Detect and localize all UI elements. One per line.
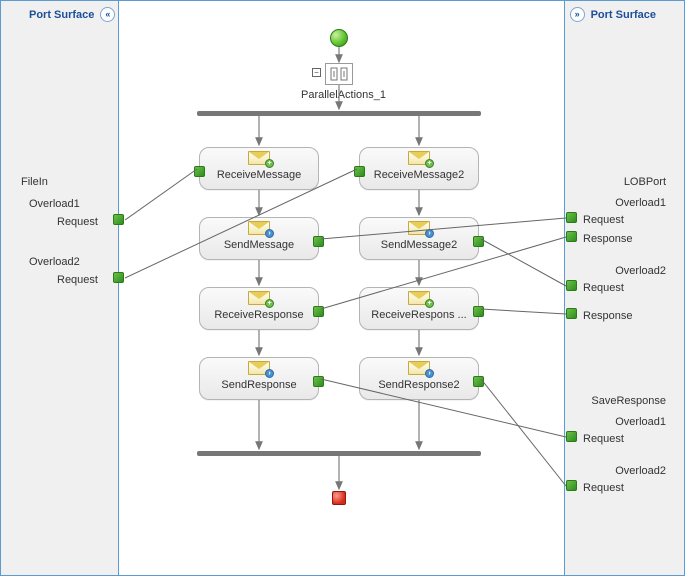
filein-op2-request[interactable]: Request xyxy=(57,274,98,286)
parallel-actions-icon[interactable] xyxy=(325,63,353,85)
lob-op2-req[interactable]: Request xyxy=(583,282,624,294)
filein-op2[interactable]: Overload2 xyxy=(29,256,80,268)
send-response2-shape[interactable]: › SendResponse2 xyxy=(359,357,479,400)
save-op1[interactable]: Overload1 xyxy=(615,416,666,428)
receive-response-label: ReceiveResponse xyxy=(214,309,303,321)
port-lob-title[interactable]: LOBPort xyxy=(624,176,666,188)
end-shape[interactable] xyxy=(332,491,346,505)
collapse-left-icon[interactable]: « xyxy=(100,7,115,22)
send-message2-shape[interactable]: › SendMessage2 xyxy=(359,217,479,260)
receive-response2-label: ReceiveRespons ... xyxy=(371,309,466,321)
receive-icon: + xyxy=(408,151,430,165)
lob-op1-req[interactable]: Request xyxy=(583,214,624,226)
filein-op1[interactable]: Overload1 xyxy=(29,198,80,210)
send-icon: › xyxy=(408,221,430,235)
send-response-port[interactable] xyxy=(313,376,324,387)
join-bar xyxy=(197,451,481,456)
receive-message-label: ReceiveMessage xyxy=(217,169,301,181)
collapse-right-icon[interactable]: » xyxy=(570,7,585,22)
receive-message2-port[interactable] xyxy=(354,166,365,177)
parallel-actions-label: ParallelActions_1 xyxy=(301,89,386,101)
receive-response2-port[interactable] xyxy=(473,306,484,317)
save-op2[interactable]: Overload2 xyxy=(615,465,666,477)
collapse-toggle-icon[interactable]: − xyxy=(312,68,321,77)
lob-op1[interactable]: Overload1 xyxy=(615,197,666,209)
lob-op1-res[interactable]: Response xyxy=(583,233,633,245)
port-surface-right[interactable]: Port Surface » xyxy=(564,1,684,575)
send-response2-label: SendResponse2 xyxy=(378,379,459,391)
lob-op1-req-connector[interactable] xyxy=(566,212,577,223)
send-message-port[interactable] xyxy=(313,236,324,247)
port-surface-right-title: Port Surface xyxy=(591,9,656,21)
send-icon: › xyxy=(408,361,430,375)
receive-message2-label: ReceiveMessage2 xyxy=(374,169,465,181)
send-message2-port[interactable] xyxy=(473,236,484,247)
send-response2-port[interactable] xyxy=(473,376,484,387)
filein-op2-connector[interactable] xyxy=(113,272,124,283)
send-message-label: SendMessage xyxy=(224,239,294,251)
lob-op2[interactable]: Overload2 xyxy=(615,265,666,277)
save-op2-req-connector[interactable] xyxy=(566,480,577,491)
send-icon: › xyxy=(248,221,270,235)
filein-op1-request[interactable]: Request xyxy=(57,216,98,228)
start-shape[interactable] xyxy=(330,29,348,47)
port-surface-left[interactable]: Port Surface « xyxy=(1,1,119,575)
save-op1-req[interactable]: Request xyxy=(583,433,624,445)
receive-icon: + xyxy=(408,291,430,305)
port-filein-title[interactable]: FileIn xyxy=(21,176,48,188)
lob-op2-res-connector[interactable] xyxy=(566,308,577,319)
send-response-shape[interactable]: › SendResponse xyxy=(199,357,319,400)
send-icon: › xyxy=(248,361,270,375)
save-op2-req[interactable]: Request xyxy=(583,482,624,494)
port-save-title[interactable]: SaveResponse xyxy=(591,395,666,407)
send-message2-label: SendMessage2 xyxy=(381,239,457,251)
send-response-label: SendResponse xyxy=(221,379,296,391)
receive-message-shape[interactable]: + ReceiveMessage xyxy=(199,147,319,190)
receive-message-port[interactable] xyxy=(194,166,205,177)
port-surface-left-title: Port Surface xyxy=(29,9,94,21)
receive-icon: + xyxy=(248,291,270,305)
fork-bar xyxy=(197,111,481,116)
receive-response-shape[interactable]: + ReceiveResponse xyxy=(199,287,319,330)
orchestration-designer[interactable]: Port Surface « FileIn Overload1 Request … xyxy=(0,0,685,576)
lob-op2-req-connector[interactable] xyxy=(566,280,577,291)
send-message-shape[interactable]: › SendMessage xyxy=(199,217,319,260)
filein-op1-connector[interactable] xyxy=(113,214,124,225)
receive-icon: + xyxy=(248,151,270,165)
lob-op1-res-connector[interactable] xyxy=(566,231,577,242)
receive-message2-shape[interactable]: + ReceiveMessage2 xyxy=(359,147,479,190)
receive-response-port[interactable] xyxy=(313,306,324,317)
save-op1-req-connector[interactable] xyxy=(566,431,577,442)
lob-op2-res[interactable]: Response xyxy=(583,310,633,322)
receive-response2-shape[interactable]: + ReceiveRespons ... xyxy=(359,287,479,330)
